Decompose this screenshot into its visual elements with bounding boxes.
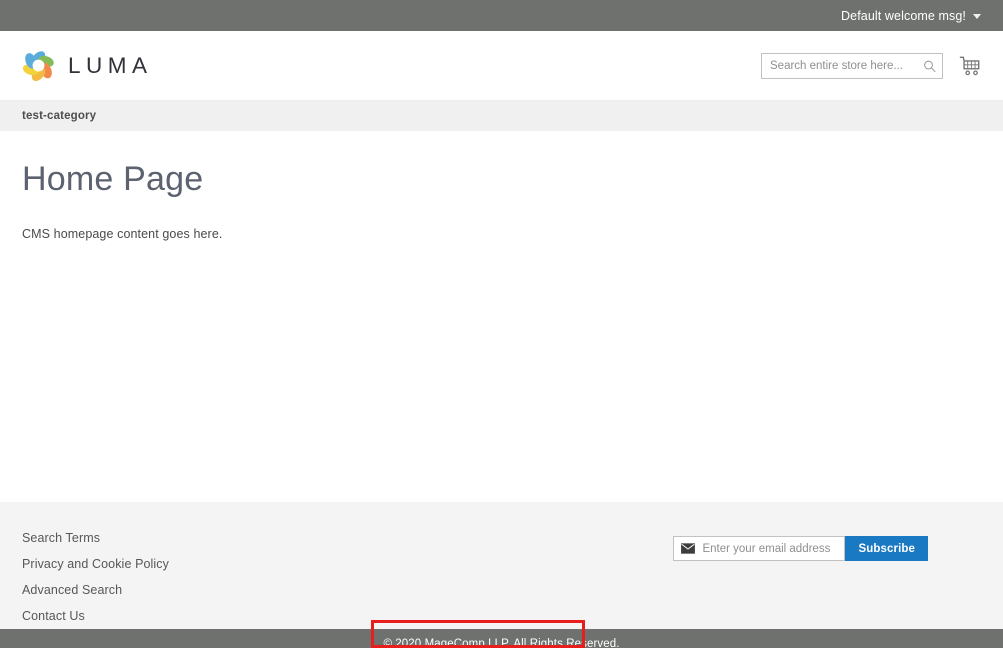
luma-ring-logo-icon: [22, 51, 54, 81]
site-footer: Search Terms Privacy and Cookie Policy A…: [0, 502, 1003, 629]
logo-link-home[interactable]: LUMA: [22, 49, 153, 82]
page-root: Default welcome msg! LUMA Search entire …: [0, 0, 1003, 648]
footer-link-list: Search Terms Privacy and Cookie Policy A…: [22, 531, 169, 623]
footer-link-search-terms[interactable]: Search Terms: [22, 531, 169, 545]
logo-wordmark: LUMA: [68, 52, 153, 78]
newsletter-email-input[interactable]: [695, 537, 845, 560]
chevron-down-icon[interactable]: [973, 14, 981, 19]
copyright-text: © 2020 MageComp LLP. All Rights Reserved…: [383, 638, 620, 648]
newsletter-signup: Subscribe: [673, 536, 928, 561]
header-actions: [761, 52, 981, 79]
cms-content-text: CMS homepage content goes here.: [22, 227, 223, 241]
footer-link-advanced-search[interactable]: Advanced Search: [22, 583, 169, 597]
envelope-icon: [681, 543, 696, 554]
breadcrumb-item-test-category[interactable]: test-category: [22, 110, 96, 122]
footer-spacer: [0, 486, 1003, 502]
footer-link-contact-us[interactable]: Contact Us: [22, 609, 169, 623]
welcome-message-label: Default welcome msg!: [841, 8, 966, 23]
newsletter-email-field-wrap[interactable]: [673, 536, 846, 561]
welcome-message-dropdown[interactable]: Default welcome msg!: [841, 9, 981, 23]
top-panel: Default welcome msg!: [0, 0, 1003, 31]
copyright-bar: © 2020 MageComp LLP. All Rights Reserved…: [0, 620, 1003, 648]
breadcrumb: test-category: [0, 100, 1003, 131]
page-title: Home Page: [22, 160, 204, 198]
search-input[interactable]: [762, 53, 942, 78]
subscribe-button[interactable]: Subscribe: [845, 536, 928, 561]
search-icon[interactable]: [923, 59, 936, 72]
footer-link-privacy-cookie-policy[interactable]: Privacy and Cookie Policy: [22, 557, 169, 571]
shopping-cart-icon[interactable]: [959, 55, 981, 77]
search-box[interactable]: [761, 52, 943, 79]
main-content: Home Page CMS homepage content goes here…: [0, 131, 1003, 486]
site-header: LUMA: [0, 31, 1003, 100]
